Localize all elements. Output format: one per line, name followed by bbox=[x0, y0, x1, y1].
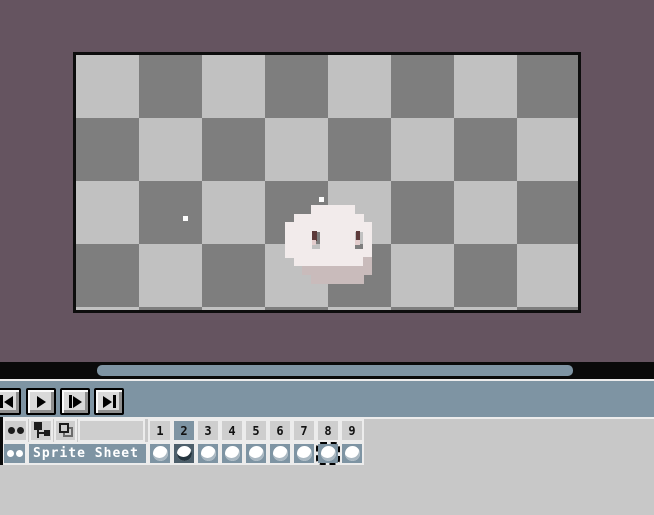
header-spacer-cell bbox=[78, 419, 145, 442]
cel-9[interactable] bbox=[340, 442, 364, 465]
filled-cel-dot bbox=[249, 446, 264, 461]
timeline-visibility-button[interactable] bbox=[3, 419, 28, 442]
frame-header-1[interactable]: 1 bbox=[148, 419, 172, 442]
filled-cel-dot bbox=[273, 446, 288, 461]
filled-cel-dot bbox=[177, 446, 192, 461]
triangle-right-bar-icon bbox=[113, 395, 116, 408]
sprite-canvas[interactable] bbox=[73, 52, 581, 313]
two-dots-icon bbox=[4, 450, 25, 457]
timeline-layer-options-button[interactable] bbox=[29, 419, 53, 442]
frame-header-8[interactable]: 8 bbox=[316, 419, 340, 442]
sprite-pixel bbox=[355, 275, 364, 284]
frame-number: 6 bbox=[276, 424, 283, 438]
sprite-pixel bbox=[363, 266, 372, 275]
frame-number: 9 bbox=[348, 424, 355, 438]
play-button[interactable] bbox=[26, 388, 56, 415]
cel-8[interactable] bbox=[316, 442, 340, 465]
layer-name: Sprite Sheet bbox=[29, 446, 139, 461]
bar-triangle-right-icon bbox=[69, 395, 72, 408]
go-to-first-frame-button[interactable] bbox=[0, 388, 21, 415]
frame-number: 2 bbox=[180, 424, 187, 438]
go-to-last-frame-button[interactable] bbox=[94, 388, 124, 415]
filled-cel-dot bbox=[153, 446, 168, 461]
step-forward-button[interactable] bbox=[60, 388, 90, 415]
triangle-right-bar-icon bbox=[103, 396, 112, 408]
timeline-left-edge bbox=[0, 417, 3, 465]
filled-cel-dot bbox=[297, 446, 312, 461]
cel-4[interactable] bbox=[220, 442, 244, 465]
frame-number: 4 bbox=[228, 424, 235, 438]
scrollbar-thumb[interactable] bbox=[97, 365, 573, 376]
frame-number: 7 bbox=[300, 424, 307, 438]
filled-cel-dot bbox=[201, 446, 216, 461]
timeline-toolbar-band: attack01 bbox=[0, 381, 654, 417]
cel-3[interactable] bbox=[196, 442, 220, 465]
frame-number: 3 bbox=[204, 424, 211, 438]
frame-header-4[interactable]: 4 bbox=[220, 419, 244, 442]
onion-skin-button[interactable] bbox=[54, 419, 77, 442]
frame-header-3[interactable]: 3 bbox=[196, 419, 220, 442]
timeline-panel: 1 2 3 4 5 6 7 8 9 Sprite Sheet bbox=[0, 419, 654, 515]
bar-triangle-left-icon bbox=[0, 395, 3, 408]
frame-header-6[interactable]: 6 bbox=[268, 419, 292, 442]
sprite-pixel bbox=[312, 240, 316, 245]
cel-5[interactable] bbox=[244, 442, 268, 465]
frame-header-5[interactable]: 5 bbox=[244, 419, 268, 442]
frame-header-9[interactable]: 9 bbox=[340, 419, 364, 442]
double-square-icon bbox=[56, 421, 75, 440]
branch-icon bbox=[31, 421, 51, 440]
frame-number: 1 bbox=[156, 424, 163, 438]
cel-6[interactable] bbox=[268, 442, 292, 465]
frame-header-7[interactable]: 7 bbox=[292, 419, 316, 442]
two-dots-icon bbox=[5, 427, 26, 434]
filled-cel-dot bbox=[225, 446, 240, 461]
play-icon bbox=[37, 396, 46, 408]
bar-triangle-right-icon bbox=[73, 396, 82, 408]
layer-name-cell[interactable]: Sprite Sheet bbox=[27, 442, 148, 465]
frame-number: 8 bbox=[324, 424, 331, 438]
filled-cel-dot bbox=[345, 446, 360, 461]
frame-number: 5 bbox=[252, 424, 259, 438]
sprite-pixel bbox=[355, 240, 359, 245]
cel-1[interactable] bbox=[148, 442, 172, 465]
bar-triangle-left-icon bbox=[4, 396, 13, 408]
sparkle-particle bbox=[319, 197, 324, 202]
sparkle-particle bbox=[183, 216, 188, 221]
cel-7[interactable] bbox=[292, 442, 316, 465]
cel-2[interactable] bbox=[172, 442, 196, 465]
frame-header-2[interactable]: 2 bbox=[172, 419, 196, 442]
filled-cel-dot bbox=[321, 446, 336, 461]
app-window: attack01 1 2 3 4 5 6 7 8 9 Sprite Sheet bbox=[0, 0, 654, 515]
layer-visibility-toggle[interactable] bbox=[2, 442, 27, 465]
horizontal-scrollbar[interactable] bbox=[0, 362, 654, 379]
